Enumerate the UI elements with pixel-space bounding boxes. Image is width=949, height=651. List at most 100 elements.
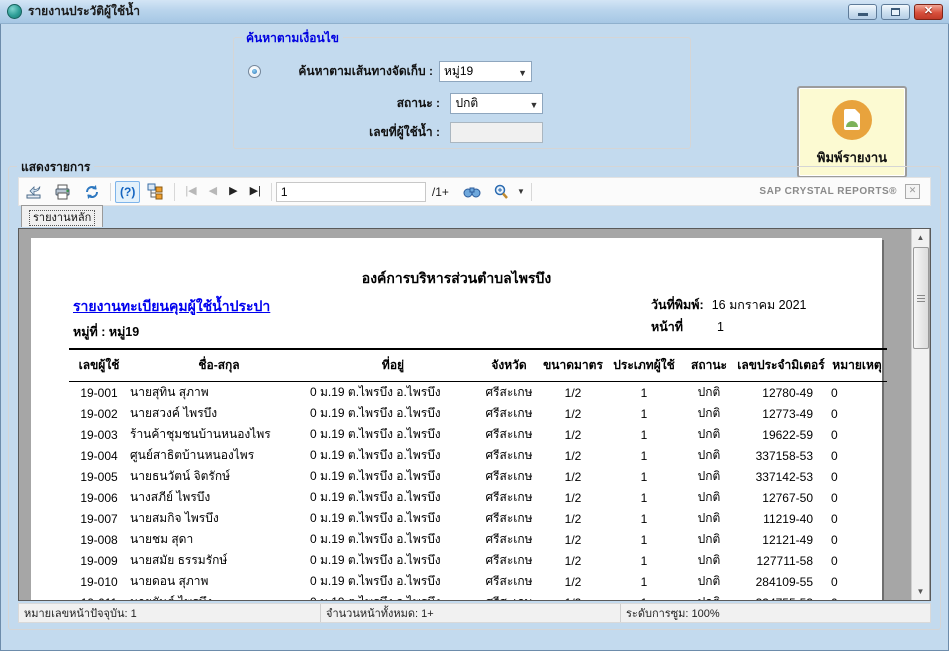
page-number-input[interactable] — [276, 182, 426, 202]
radio-dot — [252, 69, 257, 74]
first-page-icon[interactable]: |◀ — [179, 181, 202, 203]
organization-title: องค์การบริหารส่วนตำบลไพรบึง — [31, 268, 882, 290]
maximize-button[interactable] — [881, 4, 910, 20]
table-row: 19-008นายชม สุดา0 ม.19 ต.ไพรบึง อ.ไพรบึง… — [69, 529, 887, 550]
page-line: หน้าที่1 — [651, 317, 724, 337]
minimize-icon — [858, 13, 868, 16]
table-cell: ศรีสะเกษ — [477, 424, 541, 445]
user-number-input[interactable] — [450, 122, 543, 143]
table-cell: 127711-58 — [735, 550, 827, 571]
last-page-icon[interactable]: ▶| — [244, 181, 267, 203]
find-icon[interactable] — [457, 181, 487, 203]
report-table: เลขผู้ใช้ชื่อ-สกุลที่อยู่จังหวัดขนาดมาตร… — [69, 348, 887, 601]
table-cell: 19-004 — [69, 445, 129, 466]
table-cell: 12121-49 — [735, 529, 827, 550]
table-cell: ศรีสะเกษ — [477, 487, 541, 508]
viewer-status-bar: หมายเลขหน้าปัจจุบัน: 1 จำนวนหน้าทั้งหมด:… — [18, 603, 931, 623]
table-cell: 0 ม.19 ต.ไพรบึง อ.ไพรบึง — [309, 445, 477, 466]
table-cell: 0 ม.19 ต.ไพรบึง อ.ไพรบึง — [309, 592, 477, 601]
table-row: 19-001นายสุทิน สุภาพ0 ม.19 ต.ไพรบึง อ.ไพ… — [69, 382, 887, 404]
report-viewer-group: แสดงรายการ (?) |◀ ◀ ▶ ▶| /1+ ▼ — [8, 166, 941, 630]
page-total-label: /1+ — [432, 185, 449, 199]
table-cell: 12767-50 — [735, 487, 827, 508]
table-row: 19-003ร้านค้าชุมชนบ้านหนองไพร0 ม.19 ต.ไพ… — [69, 424, 887, 445]
close-button[interactable]: ✕ — [914, 4, 943, 20]
table-cell: 0 — [827, 403, 887, 424]
next-page-icon[interactable]: ▶ — [223, 181, 243, 203]
zoom-icon[interactable] — [487, 181, 515, 203]
table-cell: ศูนย์สาธิตบ้านหนองไพร — [129, 445, 309, 466]
table-cell: 1 — [605, 487, 683, 508]
table-cell: ศรีสะเกษ — [477, 592, 541, 601]
table-cell: 0 ม.19 ต.ไพรบึง อ.ไพรบึง — [309, 466, 477, 487]
table-cell: 1 — [605, 382, 683, 404]
route-radio-button[interactable] — [248, 65, 261, 78]
scroll-up-icon[interactable]: ▲ — [912, 229, 929, 246]
search-group-title: ค้นหาตามเงื่อนไข — [242, 29, 343, 48]
table-cell: 0 ม.19 ต.ไพรบึง อ.ไพรบึง — [309, 487, 477, 508]
table-cell: 0 ม.19 ต.ไพรบึง อ.ไพรบึง — [309, 382, 477, 404]
crystal-reports-brand: SAP CRYSTAL REPORTS® — [759, 186, 897, 197]
table-cell: 0 — [827, 592, 887, 601]
table-cell: ศรีสะเกษ — [477, 382, 541, 404]
column-header: ประเภทผู้ใช้ — [605, 349, 683, 382]
toolbar-separator — [531, 183, 532, 201]
table-cell: 1 — [605, 529, 683, 550]
table-cell: 1/2 — [541, 571, 605, 592]
table-cell: ปกติ — [683, 382, 735, 404]
viewer-close-icon[interactable]: ✕ — [905, 184, 920, 199]
table-cell: 1/2 — [541, 550, 605, 571]
column-header: หมายเหตุ — [827, 349, 887, 382]
column-header: ที่อยู่ — [309, 349, 477, 382]
table-cell: 0 — [827, 571, 887, 592]
column-header: เลขผู้ใช้ — [69, 349, 129, 382]
group-tree-icon[interactable] — [140, 181, 170, 203]
table-row: 19-005นายธนวัตน์ จิตรักษ์0 ม.19 ต.ไพรบึง… — [69, 466, 887, 487]
moo-line: หมู่ที่ : หมู่19 — [73, 322, 139, 342]
column-header: ขนาดมาตร — [541, 349, 605, 382]
table-cell: 1/2 — [541, 466, 605, 487]
table-cell: 19-009 — [69, 550, 129, 571]
parameters-panel-icon[interactable]: (?) — [115, 181, 140, 203]
table-cell: 1 — [605, 424, 683, 445]
table-cell: 19-006 — [69, 487, 129, 508]
table-cell: 0 ม.19 ต.ไพรบึง อ.ไพรบึง — [309, 529, 477, 550]
table-cell: ศรีสะเกษ — [477, 550, 541, 571]
export-icon[interactable] — [19, 181, 48, 203]
column-header: เลขประจำมิเตอร์ — [735, 349, 827, 382]
refresh-icon[interactable] — [78, 181, 106, 203]
tab-main-report[interactable]: รายงานหลัก — [21, 205, 103, 227]
column-header: จังหวัด — [477, 349, 541, 382]
status-combobox-value: ปกติ — [455, 94, 478, 113]
print-date-line: วันที่พิมพ์:16 มกราคม 2021 — [651, 295, 807, 315]
table-row: 19-004ศูนย์สาธิตบ้านหนองไพร0 ม.19 ต.ไพรบ… — [69, 445, 887, 466]
minimize-button[interactable] — [848, 4, 877, 20]
scroll-down-icon[interactable]: ▼ — [912, 583, 929, 600]
route-combobox[interactable]: หมู่19 ▼ — [439, 61, 532, 82]
table-cell: 12773-49 — [735, 403, 827, 424]
table-cell: นายสมกิจ ไพรบึง — [129, 508, 309, 529]
report-table-header-row: เลขผู้ใช้ชื่อ-สกุลที่อยู่จังหวัดขนาดมาตร… — [69, 349, 887, 382]
table-cell: 0 ม.19 ต.ไพรบึง อ.ไพรบึง — [309, 424, 477, 445]
viewer-group-title: แสดงรายการ — [17, 158, 94, 177]
table-cell: 12780-49 — [735, 382, 827, 404]
scrollbar-thumb[interactable] — [913, 247, 929, 349]
table-cell: ปกติ — [683, 550, 735, 571]
status-combobox[interactable]: ปกติ ▼ — [450, 93, 543, 114]
table-cell: ปกติ — [683, 487, 735, 508]
print-report-button[interactable]: พิมพ์รายงาน — [797, 86, 907, 178]
report-page: องค์การบริหารส่วนตำบลไพรบึง รายงานทะเบีย… — [31, 238, 882, 601]
report-title-link[interactable]: รายงานทะเบียนคุมผู้ใช้น้ำประปา — [73, 296, 270, 318]
report-image-icon — [832, 100, 872, 140]
table-cell: ปกติ — [683, 445, 735, 466]
table-cell: 0 — [827, 466, 887, 487]
vertical-scrollbar[interactable]: ▲ ▼ — [911, 229, 929, 600]
previous-page-icon[interactable]: ◀ — [203, 181, 223, 203]
print-icon[interactable] — [48, 181, 78, 203]
table-cell: 0 — [827, 550, 887, 571]
zoom-dropdown-icon[interactable]: ▼ — [515, 181, 527, 203]
table-cell: ปกติ — [683, 466, 735, 487]
crystal-toolbar: (?) |◀ ◀ ▶ ▶| /1+ ▼ SAP CRYSTAL REPORTS®… — [18, 177, 931, 206]
table-cell: 0 — [827, 529, 887, 550]
page-label: หน้าที่ — [651, 320, 683, 334]
